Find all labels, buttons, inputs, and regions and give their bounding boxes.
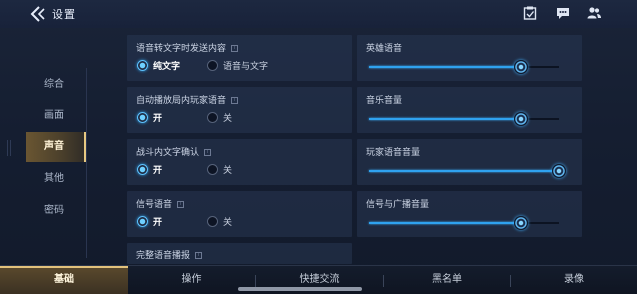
radio-unselected-icon [207, 216, 218, 227]
signal-broadcast-volume-label: 信号与广播音量 [366, 200, 430, 210]
hero-voice-slider[interactable] [369, 60, 559, 74]
tab-replay[interactable]: 录像 [511, 266, 637, 294]
info-icon[interactable]: i [231, 97, 239, 104]
tab-controls[interactable]: 操作 [128, 266, 255, 294]
signal-voice-off[interactable]: 关 [207, 215, 232, 229]
speech-to-text-option-voice-and-text[interactable]: 语音与文字 [207, 59, 268, 73]
signal-broadcast-volume-slider[interactable] [369, 216, 559, 230]
full-voice-broadcast-label: 完整语音播报 [136, 251, 191, 261]
signal-broadcast-volume-panel: 信号与广播音量 [357, 191, 582, 237]
info-icon[interactable]: i [195, 252, 203, 259]
speech-to-text-panel: 语音转文字时发送内容 i 纯文字 语音与文字 [127, 35, 352, 81]
friends-icon[interactable] [586, 5, 602, 21]
signal-voice-label: 信号语音 [136, 200, 173, 210]
full-voice-broadcast-panel: 完整语音播报 i [127, 243, 352, 264]
sidebar-item-sound[interactable]: 声音 [26, 132, 86, 162]
auto-play-voice-panel: 自动播放局内玩家语音 i 开 关 [127, 87, 352, 133]
slider-knob[interactable] [552, 164, 566, 178]
radio-selected-icon [137, 164, 148, 175]
battle-text-confirm-panel: 战斗内文字确认 i 开 关 [127, 139, 352, 185]
sidebar-item-other[interactable]: 其他 [26, 164, 86, 194]
tab-basic[interactable]: 基础 [0, 266, 128, 294]
auto-play-voice-on[interactable]: 开 [137, 111, 162, 125]
back-icon[interactable] [30, 6, 48, 22]
info-icon[interactable]: i [177, 201, 185, 208]
top-bar: 设置 [0, 0, 637, 28]
task-icon[interactable] [522, 5, 538, 21]
battle-text-confirm-on[interactable]: 开 [137, 163, 162, 177]
speech-to-text-option-text-only[interactable]: 纯文字 [137, 59, 180, 73]
sidebar-item-graphics[interactable]: 画面 [26, 101, 86, 131]
slider-fill [369, 66, 521, 68]
auto-play-voice-off[interactable]: 关 [207, 111, 232, 125]
slider-knob[interactable] [514, 112, 528, 126]
page-title: 设置 [52, 8, 76, 21]
speech-to-text-label: 语音转文字时发送内容 [136, 44, 227, 54]
signal-voice-panel: 信号语音 i 开 关 [127, 191, 352, 237]
radio-selected-icon [137, 60, 148, 71]
slider-knob[interactable] [514, 216, 528, 230]
edge-handle [7, 140, 11, 156]
auto-play-voice-label: 自动播放局内玩家语音 [136, 96, 227, 106]
hero-voice-panel: 英雄语音 [357, 35, 582, 81]
player-voice-volume-label: 玩家语音音量 [366, 148, 421, 158]
info-icon[interactable]: i [231, 45, 239, 52]
player-voice-volume-panel: 玩家语音音量 [357, 139, 582, 185]
sidebar: 综合 画面 声音 其他 密码 [0, 28, 90, 264]
battle-text-confirm-label: 战斗内文字确认 [136, 148, 200, 158]
info-icon[interactable]: i [204, 149, 212, 156]
radio-unselected-icon [207, 164, 218, 175]
music-volume-panel: 音乐音量 [357, 87, 582, 133]
signal-voice-on[interactable]: 开 [137, 215, 162, 229]
sidebar-item-password[interactable]: 密码 [26, 196, 86, 226]
sidebar-divider [86, 68, 87, 258]
chat-icon[interactable] [555, 5, 571, 21]
radio-selected-icon [137, 216, 148, 227]
slider-fill [369, 170, 559, 172]
player-voice-volume-slider[interactable] [369, 164, 566, 178]
music-volume-slider[interactable] [369, 112, 559, 126]
home-indicator[interactable] [238, 287, 362, 291]
radio-selected-icon [137, 112, 148, 123]
radio-unselected-icon [207, 112, 218, 123]
tab-blacklist[interactable]: 黑名单 [384, 266, 510, 294]
sidebar-item-general[interactable]: 综合 [26, 70, 86, 100]
hero-voice-label: 英雄语音 [366, 44, 403, 54]
radio-unselected-icon [207, 60, 218, 71]
slider-fill [369, 222, 521, 224]
battle-text-confirm-off[interactable]: 关 [207, 163, 232, 177]
slider-fill [369, 118, 521, 120]
slider-knob[interactable] [514, 60, 528, 74]
music-volume-label: 音乐音量 [366, 96, 403, 106]
